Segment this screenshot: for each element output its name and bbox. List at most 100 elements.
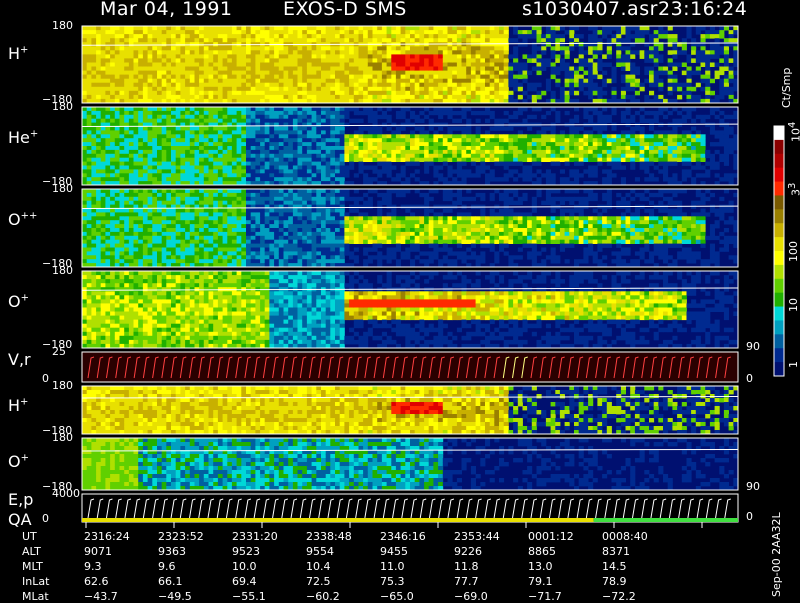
spectrogram-cell (592, 110, 598, 116)
spectrogram-cell (128, 114, 134, 120)
spectrogram-cell (199, 177, 205, 182)
spectrogram-cell (644, 165, 650, 170)
spectrogram-cell (372, 138, 378, 143)
spectrogram-cell (344, 169, 350, 174)
spectrogram-cell (377, 149, 383, 155)
spectrogram-cell (185, 54, 191, 59)
spectrogram-cell (625, 110, 631, 116)
spectrogram-cell (100, 34, 106, 39)
spectrogram-cell (110, 235, 116, 241)
spectrogram-cell (363, 34, 369, 39)
spectrogram-cell (639, 126, 645, 131)
spectrogram-cell (110, 107, 116, 112)
spectrogram-cell (714, 62, 720, 67)
spectrogram-cell (658, 54, 664, 59)
spectrogram-cell (485, 62, 491, 67)
spectrogram-cell (147, 212, 153, 217)
spectrogram-cell (180, 157, 186, 162)
spectrogram-cell (588, 169, 594, 174)
spectrogram-cell (128, 247, 134, 252)
spectrogram-cell (466, 142, 472, 147)
spectrogram-cell (377, 26, 383, 31)
spectrogram-cell (203, 46, 209, 51)
spectrogram-cell (231, 161, 237, 166)
spectrogram-cell (311, 177, 317, 182)
spectrogram-cell (372, 54, 378, 59)
spectrogram-cell (100, 26, 106, 31)
spectrogram-cell (124, 30, 130, 35)
spectrogram-cell (189, 134, 195, 139)
spectrogram-cell (400, 62, 406, 67)
spectrogram-cell (288, 82, 294, 88)
spectrogram-cell (330, 62, 336, 67)
spectrogram-cell (82, 212, 88, 217)
spectrogram-cell (161, 224, 167, 229)
spectrogram-cell (349, 149, 355, 155)
spectrogram-cell (316, 54, 322, 59)
spectrogram-cell (278, 38, 284, 43)
spectrogram-cell (91, 157, 97, 162)
spectrogram-cell (110, 42, 116, 47)
spectrogram-cell (91, 259, 97, 264)
spectrogram-cell (485, 26, 491, 31)
spectrogram-cell (161, 54, 167, 59)
spectrogram-cell (100, 38, 106, 43)
spectrogram-cell (133, 177, 139, 182)
spectrogram-cell (344, 142, 350, 147)
spectrogram-cell (105, 243, 111, 248)
spectrogram-cell (616, 165, 622, 170)
spectrogram-cell (264, 62, 270, 67)
spectrogram-cell (442, 142, 448, 147)
spectrogram-cell (480, 34, 486, 39)
spectrogram-cell (447, 114, 453, 120)
spectrogram-cell (325, 26, 331, 31)
spectrogram-cell (292, 153, 298, 159)
spectrogram-cell (171, 165, 177, 170)
spectrogram-cell (157, 70, 163, 76)
spectrogram-cell (461, 54, 467, 59)
spectrogram-cell (606, 46, 612, 51)
spectrogram-cell (456, 142, 462, 147)
spectrogram-cell (470, 86, 476, 92)
spectrogram-cell (222, 126, 228, 131)
spectrogram-cell (217, 26, 223, 31)
spectrogram-cell (522, 78, 528, 84)
spectrogram-cell (208, 78, 214, 84)
spectrogram-cell (325, 149, 331, 155)
spectrogram-cell (138, 86, 144, 92)
spectrogram-cell (133, 114, 139, 120)
spectrogram-cell (250, 138, 256, 143)
spectrogram-cell (550, 138, 556, 143)
spectrogram-cell (339, 74, 345, 80)
spectrogram-cell (377, 74, 383, 80)
spectrogram-cell (288, 134, 294, 139)
spectrogram-cell (110, 192, 116, 198)
spectrogram-cell (246, 30, 252, 35)
spectrogram-cell (152, 169, 158, 174)
spectrogram-cell (260, 126, 266, 131)
spectrogram-cell (255, 153, 261, 159)
spectrogram-cell (283, 46, 289, 51)
spectrogram-cell (452, 46, 458, 51)
spectrogram-cell (620, 86, 626, 92)
spectrogram-cell (508, 66, 514, 71)
spectrogram-cell (723, 134, 729, 139)
spectrogram-cell (574, 42, 580, 47)
spectrogram-cell (96, 251, 102, 256)
spectrogram-cell (241, 177, 247, 182)
spectrogram-cell (255, 58, 261, 63)
spectrogram-cell (222, 34, 228, 39)
spectrogram-cell (433, 138, 439, 143)
spectrogram-cell (311, 30, 317, 35)
spectrogram-cell (171, 78, 177, 84)
spectrogram-cell (231, 110, 237, 116)
spectrogram-cell (550, 30, 556, 35)
spectrogram-cell (569, 34, 575, 39)
spectrogram-cell (536, 149, 542, 155)
spectrogram-cell (335, 26, 341, 31)
spectrogram-cell (138, 118, 144, 123)
spectrogram-cell (241, 54, 247, 59)
spectrogram-cell (569, 118, 575, 123)
spectrogram-cell (414, 142, 420, 147)
spectrogram-cell (288, 142, 294, 147)
